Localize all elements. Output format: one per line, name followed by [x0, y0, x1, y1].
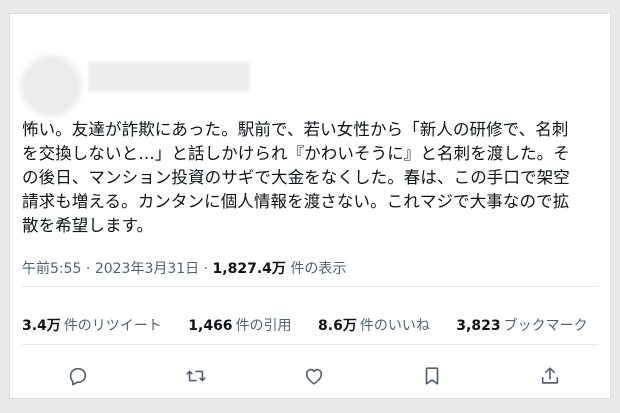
likes-stat[interactable]: 8.6万 件のいいね: [318, 315, 430, 335]
avatar[interactable]: [24, 59, 78, 113]
likes-label: 件のいいね: [359, 318, 430, 334]
views-label: 件の表示: [290, 261, 347, 277]
retweets-stat[interactable]: 3.4万 件のリツイート: [22, 315, 162, 335]
reply-icon: [69, 367, 87, 386]
tweet-text-line: の後日、マンション投資のサギで大金をなくした。春は、この手口で架空: [22, 168, 570, 187]
like-button[interactable]: [300, 362, 328, 390]
bookmark-icon: [425, 367, 439, 385]
likes-count: 8.6万: [318, 318, 357, 334]
retweets-count: 3.4万: [22, 318, 61, 334]
separator-dot: ·: [203, 261, 213, 277]
tweet-text-line: 請求も増える。カンタンに個人情報を渡さない。これマジで大事なので拡: [22, 192, 570, 211]
tweet-time[interactable]: 午前5:55: [22, 261, 81, 277]
blurred-username[interactable]: [88, 62, 250, 92]
bookmark-button[interactable]: [418, 362, 446, 390]
quotes-stat[interactable]: 1,466 件の引用: [188, 315, 291, 335]
retweets-label: 件のリツイート: [63, 318, 162, 334]
views-count: 1,827.4万: [212, 261, 286, 277]
heart-icon: [305, 368, 323, 385]
tweet-meta: 午前5:55 · 2023年3月31日 · 1,827.4万 件の表示: [22, 258, 346, 278]
retweet-icon: [186, 370, 206, 382]
action-bar: [10, 362, 610, 390]
bookmarks-stat[interactable]: 3,823 ブックマーク: [456, 315, 587, 335]
tweet-text-line: 散を希望します。: [22, 216, 154, 235]
share-icon: [541, 367, 559, 384]
divider: [22, 344, 598, 345]
tweet-text: 怖い。友達が詐欺にあった。駅前で、若い女性から「新人の研修で、名刺 を交換しない…: [22, 118, 608, 238]
bookmarks-label: ブックマーク: [503, 318, 588, 334]
retweet-button[interactable]: [182, 362, 210, 390]
reply-button[interactable]: [64, 362, 92, 390]
quotes-label: 件の引用: [235, 318, 292, 334]
bookmarks-count: 3,823: [456, 318, 501, 334]
separator-dot: ·: [85, 261, 95, 277]
engagement-stats: 3.4万 件のリツイート 1,466 件の引用 8.6万 件のいいね 3,823 ブック…: [22, 315, 610, 335]
quotes-count: 1,466: [188, 318, 233, 334]
tweet-text-line: を交換しないと…」と話しかけられ『かわいそうに』と名刺を渡した。そ: [22, 144, 570, 163]
tweet-card: 怖い。友達が詐欺にあった。駅前で、若い女性から「新人の研修で、名刺 を交換しない…: [9, 13, 611, 399]
share-button[interactable]: [536, 362, 564, 390]
tweet-text-line: 怖い。友達が詐欺にあった。駅前で、若い女性から「新人の研修で、名刺: [22, 120, 569, 139]
tweet-date[interactable]: 2023年3月31日: [95, 261, 199, 277]
divider: [22, 286, 598, 287]
